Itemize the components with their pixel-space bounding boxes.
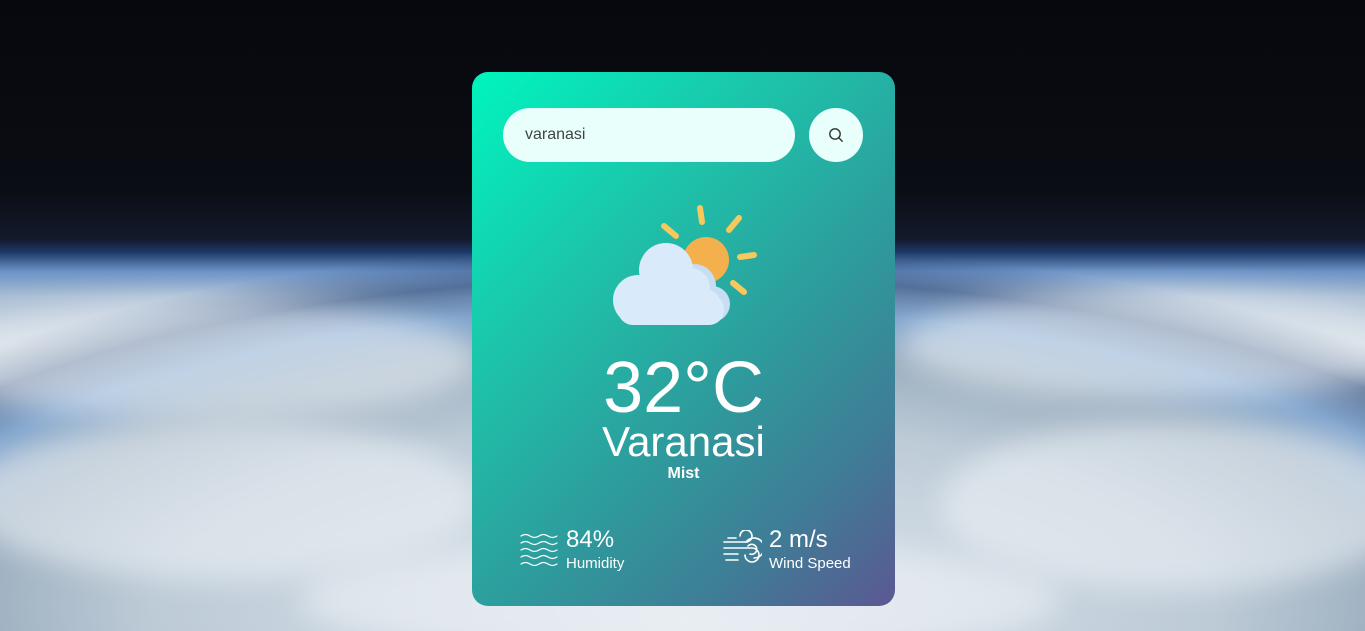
wind-speed-value: 2 m/s <box>769 526 828 553</box>
weather-condition: Mist <box>667 465 700 482</box>
wind-speed-label: Wind Speed <box>769 555 851 572</box>
city-search-input[interactable] <box>503 108 795 162</box>
partly-cloudy-icon <box>613 205 757 325</box>
city-name: Varanasi <box>602 418 765 465</box>
humidity-label: Humidity <box>566 555 625 572</box>
weather-card: 32°C Varanasi Mist 84% Humidity <box>472 72 895 606</box>
temperature-value: 32°C <box>603 348 764 428</box>
search-bar <box>503 108 863 162</box>
search-button[interactable] <box>809 108 863 162</box>
humidity-value: 84% <box>566 526 615 553</box>
wind-icon <box>723 530 762 563</box>
search-icon <box>829 128 843 142</box>
humidity-waves-icon <box>520 533 558 567</box>
